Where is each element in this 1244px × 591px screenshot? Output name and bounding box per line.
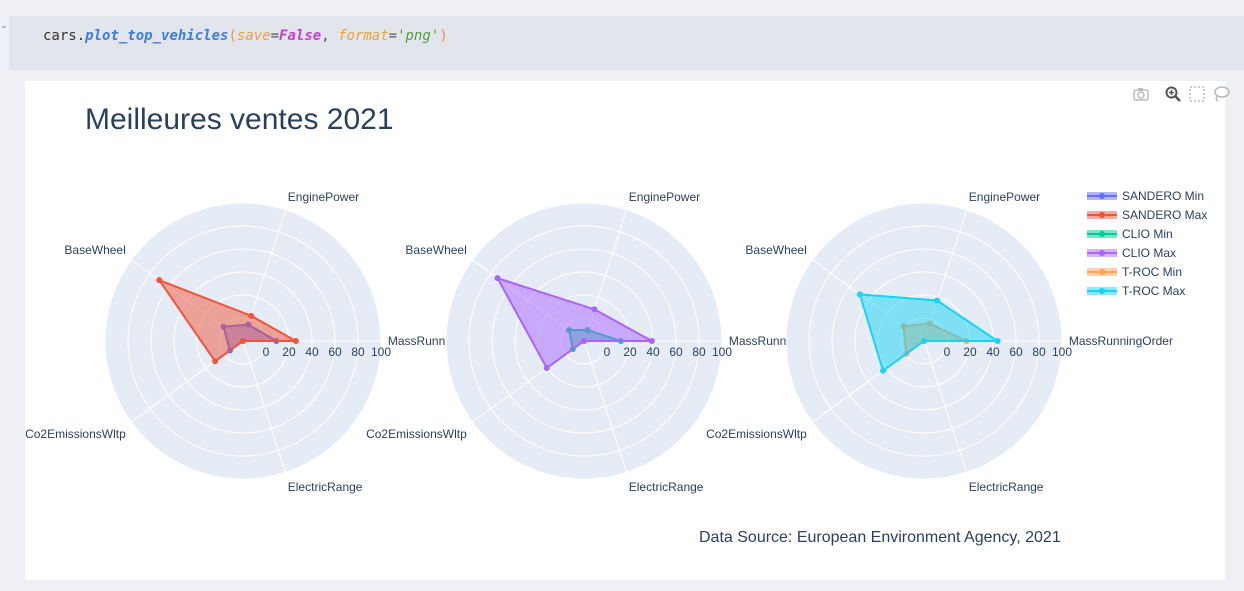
code-token: , [321,28,339,44]
code-cell[interactable]: cars.plot_top_vehicles(save=False, forma… [9,16,1244,70]
data-point [880,367,887,374]
radial-tick-label: 20 [282,345,296,359]
angular-axis-label: Co2EmissionsWltp [366,427,467,441]
data-point [156,277,163,284]
data-point [994,338,1001,344]
legend-label[interactable]: SANDERO Max [1122,208,1207,222]
code-token: . [76,28,86,44]
code-token: = [388,28,398,44]
radar-chart: 0 20 40 60 80 100MassRunniEnginePowerBaseWhee… [25,189,1207,494]
radial-tick-label: 40 [305,345,319,359]
code-token: cars [43,28,77,44]
legend-marker [1099,269,1105,275]
angular-axis-label: MassRunni [388,334,448,348]
radial-tick-label: 0 [944,345,951,359]
radial-tick-label: 0 [263,345,270,359]
angular-axis-label: Co2EmissionsWltp [706,427,807,441]
data-source-annotation: Data Source: European Environment Agency… [699,529,1061,546]
legend-marker [1099,250,1105,256]
radial-tick-label: 60 [1009,345,1023,359]
data-point [248,312,255,319]
data-point [856,291,863,298]
legend-label[interactable]: CLIO Min [1122,227,1173,241]
data-point [921,338,927,344]
radial-tick-label: 0 [604,345,611,359]
select-box-icon[interactable] [1188,85,1206,103]
data-point [212,358,219,365]
angular-axis-label: EnginePower [629,190,700,204]
radial-tick-label: 20 [623,345,637,359]
data-point [494,275,501,282]
legend-label[interactable]: T-ROC Min [1122,265,1182,279]
code-token: 'png' [397,28,440,44]
angular-axis-label: EnginePower [288,190,359,204]
angular-axis-label: ElectricRange [629,480,704,494]
plot-output: 0 20 40 60 80 100 MassRunni EnginePower BaseWhee… [25,81,1230,580]
radial-tick-label: 60 [669,345,683,359]
radial-tick-label: 80 [1032,345,1046,359]
radial-tick-label: 60 [328,345,342,359]
angular-axis-label: Co2EmissionsWltp [25,427,126,441]
modebar [1075,85,1230,107]
angular-axis-label: ElectricRange [969,480,1044,494]
angular-axis-label: EnginePower [969,190,1040,204]
radial-tick-label: 40 [986,345,1000,359]
data-point [648,338,655,344]
data-point [934,297,941,304]
angular-axis-label: MassRunni [729,334,789,348]
radial-tick-label: 80 [692,345,706,359]
camera-icon[interactable] [1132,85,1150,103]
chart-title: Meilleures ventes 2021 [85,103,394,136]
zoom-icon[interactable] [1164,85,1182,103]
data-point [581,338,587,344]
code-token: ) [439,28,448,44]
legend-marker [1099,212,1105,218]
angular-axis-label: BaseWheel [405,243,466,257]
code-token: = [270,28,280,44]
code-token: save [236,28,271,44]
angular-axis-label: BaseWheel [745,243,806,257]
legend-marker [1099,231,1105,237]
angular-axis-label: ElectricRange [288,480,363,494]
legend-marker [1099,193,1105,199]
data-point [292,338,299,344]
code-token: plot_top_vehicles [85,28,229,44]
angular-axis-label: BaseWheel [64,243,125,257]
radial-tick-label: 40 [646,345,660,359]
radial-tick-label: 80 [351,345,365,359]
legend-label[interactable]: SANDERO Min [1122,189,1204,203]
cell-collapse-marker[interactable]: ⌄ [0,20,8,30]
legend-marker [1099,288,1105,294]
code-token: format [338,28,389,44]
data-point [591,306,598,313]
legend-label[interactable]: T-ROC Max [1122,284,1185,298]
code-line: cars.plot_top_vehicles(save=False, forma… [43,28,448,44]
data-point [240,338,246,344]
code-token: ( [228,28,237,44]
lasso-icon[interactable] [1212,85,1230,103]
legend-label[interactable]: CLIO Max [1122,246,1176,260]
data-point [543,365,550,372]
angular-axis-label: MassRunningOrder [1069,334,1173,348]
radial-tick-label: 20 [963,345,977,359]
code-token: False [279,28,322,44]
